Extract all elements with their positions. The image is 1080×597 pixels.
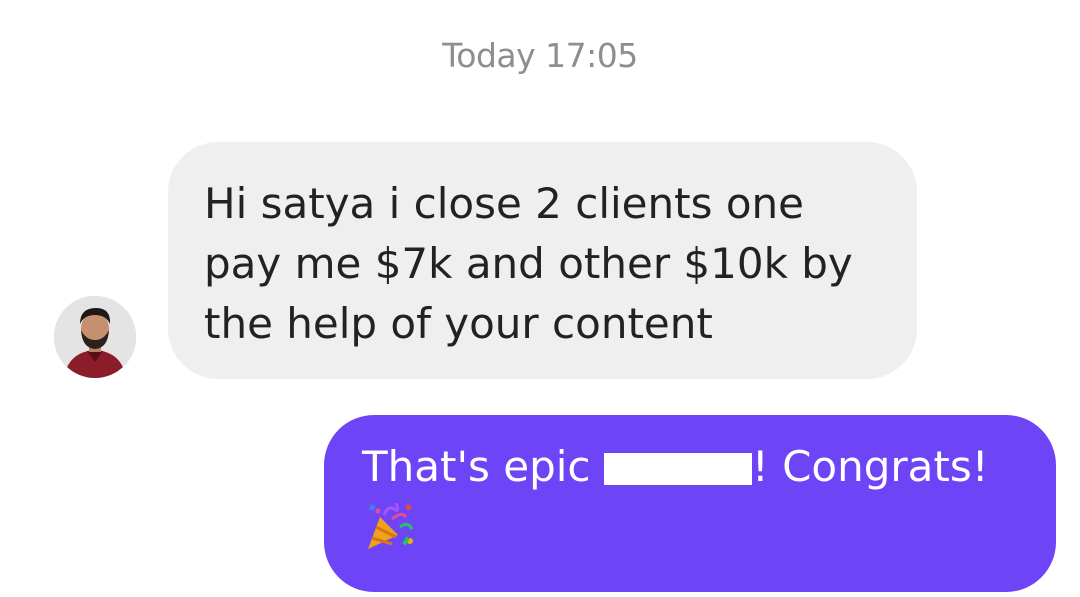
incoming-message-bubble[interactable]: Hi satya i close 2 clients one pay me $7… <box>168 142 917 379</box>
sender-avatar[interactable] <box>54 296 136 378</box>
outgoing-message-text-end: ! Congrats! <box>751 442 989 491</box>
outgoing-message-bubble[interactable]: That's epic ! Congrats! <box>324 415 1056 592</box>
incoming-message-text: Hi satya i close 2 clients one pay me $7… <box>204 179 853 348</box>
outgoing-message-text-start: That's epic <box>362 442 604 491</box>
timestamp: Today 17:05 <box>442 36 638 75</box>
avatar-photo-icon <box>54 296 136 378</box>
party-popper-icon <box>368 502 414 549</box>
redacted-name-block <box>603 453 752 485</box>
